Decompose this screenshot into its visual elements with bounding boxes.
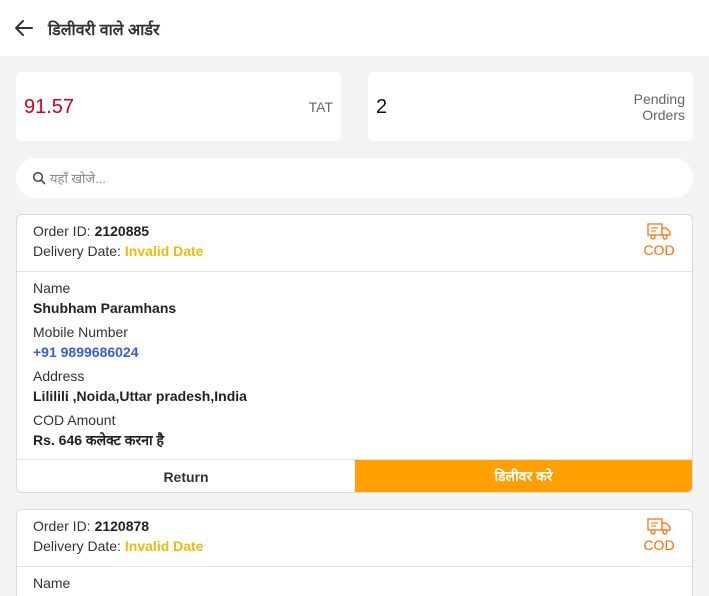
cod-label: COD [643, 537, 675, 553]
delivery-date-label: Delivery Date: [33, 243, 121, 259]
order-actions: Return डिलीवर करे [17, 459, 692, 492]
cod-amount-label: COD Amount [33, 412, 116, 428]
cod-label: COD [643, 242, 675, 258]
arrow-left-icon [15, 20, 33, 36]
order-card: Order ID: 2120885 Delivery Date: Invalid D… [16, 214, 693, 493]
delivery-truck-icon [647, 518, 671, 535]
tat-label: TAT [308, 99, 333, 115]
order-id-label: Order ID: [33, 223, 91, 239]
order-card-header: Order ID: 2120878 Delivery Date: Invalid D… [17, 510, 692, 567]
delivery-date-value: Invalid Date [124, 538, 204, 554]
delivery-date-row: Delivery Date: Invalid Date [33, 243, 204, 259]
order-card: Order ID: 2120878 Delivery Date: Invalid D… [16, 509, 693, 596]
order-card-body: Name Shubham Paramhans Mobile Number +91… [17, 272, 692, 448]
mobile-label: Mobile Number [33, 324, 128, 340]
pending-orders-card: 2 Pending Orders [368, 72, 693, 141]
pending-orders-value: 2 [376, 96, 388, 118]
customer-address: Lililili ,Noida,Uttar pradesh,India [33, 388, 247, 404]
page-title: डिलीवरी वाले आर्डर [48, 22, 160, 39]
search-input[interactable] [50, 166, 670, 190]
order-card-body: Name [17, 567, 692, 591]
delivery-date-label: Delivery Date: [33, 538, 121, 554]
order-id-label: Order ID: [33, 518, 91, 534]
search-icon [32, 171, 46, 185]
app-header: डिलीवरी वाले आर्डर [0, 0, 709, 56]
pending-label-line2: Orders [642, 107, 685, 123]
payment-type-badge: COD [642, 222, 676, 258]
order-card-header: Order ID: 2120885 Delivery Date: Invalid D… [17, 215, 692, 272]
tat-value: 91.57 [24, 96, 75, 118]
return-button[interactable]: Return [17, 460, 355, 492]
payment-type-badge: COD [642, 517, 676, 553]
delivery-date-row: Delivery Date: Invalid Date [33, 538, 204, 554]
name-label: Name [33, 280, 71, 296]
pending-label-line1: Pending [633, 91, 685, 107]
order-id-value: 2120878 [94, 518, 150, 534]
deliver-button[interactable]: डिलीवर करे [355, 460, 692, 492]
customer-name: Shubham Paramhans [33, 300, 177, 316]
name-label: Name [33, 575, 71, 591]
back-button[interactable] [12, 16, 36, 40]
cod-amount-value: Rs. 646 कलेक्ट करना है [33, 432, 164, 448]
search-bar[interactable] [16, 158, 693, 198]
address-label: Address [33, 368, 85, 384]
order-id-row: Order ID: 2120878 [33, 518, 149, 534]
pending-orders-label: Pending Orders [595, 91, 685, 123]
mobile-number-link[interactable]: +91 9899686024 [33, 344, 676, 360]
order-id-value: 2120885 [94, 223, 150, 239]
delivery-date-value: Invalid Date [124, 243, 204, 259]
tat-card: 91.57 TAT [16, 72, 341, 141]
order-id-row: Order ID: 2120885 [33, 223, 149, 239]
delivery-truck-icon [647, 223, 671, 240]
